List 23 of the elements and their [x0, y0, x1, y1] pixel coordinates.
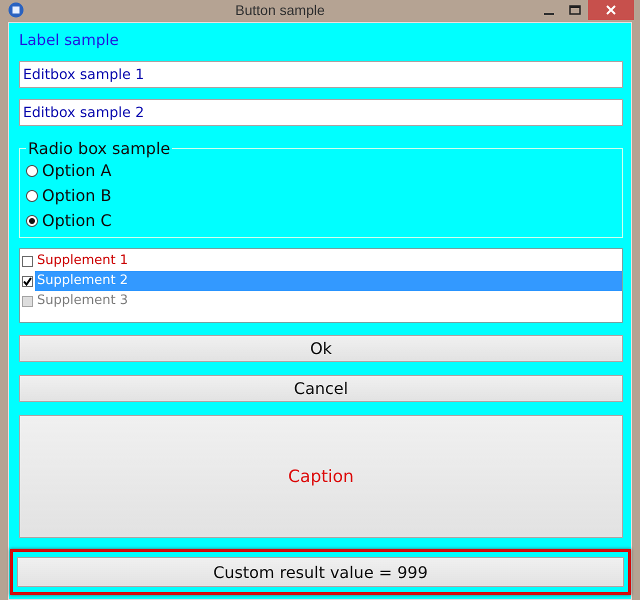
checkbox[interactable] — [22, 256, 33, 266]
push-button[interactable]: Cancel — [19, 375, 623, 402]
push-button[interactable]: Caption — [19, 415, 623, 538]
list-item[interactable]: Supplement 1 — [35, 251, 622, 271]
checkbox[interactable] — [22, 276, 33, 286]
window-title: Button sample — [234, 2, 326, 18]
group-title: Radio box sample — [27, 139, 172, 158]
radio-label[interactable]: Option A — [42, 161, 112, 180]
radio-label[interactable]: Option B — [42, 186, 112, 205]
input-field[interactable]: Editbox sample 1 — [19, 61, 623, 88]
radio-button[interactable] — [26, 190, 38, 202]
label-text: Label sample — [19, 31, 120, 51]
radio-label[interactable]: Option C — [42, 211, 112, 230]
input-field[interactable]: Editbox sample 2 — [19, 99, 623, 126]
minimize-icon — [544, 13, 554, 15]
close-icon — [606, 5, 616, 15]
close-button[interactable] — [588, 0, 634, 20]
push-button[interactable]: Ok — [19, 335, 623, 362]
radio-button[interactable] — [26, 214, 38, 226]
app-icon — [8, 2, 24, 18]
radio-button[interactable] — [26, 164, 38, 176]
maximize-icon — [569, 5, 581, 15]
push-button[interactable]: Custom result value = 999 — [17, 557, 624, 587]
